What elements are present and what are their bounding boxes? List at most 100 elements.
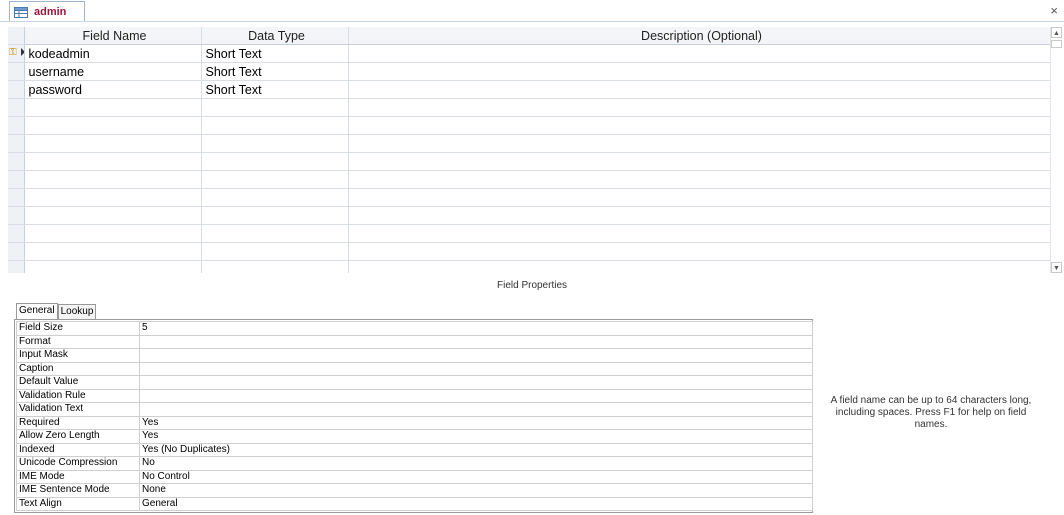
empty-field-row[interactable]	[8, 116, 1052, 135]
data-type-cell[interactable]	[201, 242, 349, 261]
column-header-description[interactable]: Description (Optional)	[348, 27, 1052, 45]
data-type-cell[interactable]: Short Text	[201, 62, 349, 81]
property-row: Caption	[16, 361, 813, 376]
property-value[interactable]: General	[139, 496, 813, 511]
row-selector[interactable]	[8, 260, 25, 273]
row-selector[interactable]	[8, 206, 25, 225]
document-tab-admin[interactable]: admin	[9, 1, 86, 22]
tab-general[interactable]: General	[16, 303, 58, 319]
field-help-text: A field name can be up to 64 characters …	[830, 395, 1032, 430]
grid-vertical-scrollbar[interactable]: ▲ ▼	[1050, 27, 1062, 273]
property-value[interactable]: No	[139, 456, 813, 471]
data-type-cell[interactable]	[201, 260, 349, 273]
description-cell[interactable]	[348, 206, 1052, 225]
field-name-cell[interactable]	[24, 98, 202, 117]
field-name-cell[interactable]	[24, 134, 202, 153]
field-name-cell[interactable]	[24, 260, 202, 273]
scroll-up-arrow-icon[interactable]: ▲	[1051, 27, 1062, 38]
column-header-field-name[interactable]: Field Name	[24, 27, 202, 45]
document-tab-bar: admin ×	[0, 0, 1064, 22]
property-row: Input Mask	[16, 348, 813, 363]
description-cell[interactable]	[348, 152, 1052, 171]
description-cell[interactable]	[348, 188, 1052, 207]
description-cell[interactable]	[348, 98, 1052, 117]
tab-lookup[interactable]: Lookup	[57, 304, 97, 319]
property-value[interactable]: Yes	[139, 429, 813, 444]
data-type-cell[interactable]	[201, 188, 349, 207]
field-row[interactable]: username Short Text	[8, 62, 1052, 81]
description-cell[interactable]	[348, 80, 1052, 99]
scroll-thumb[interactable]	[1051, 40, 1062, 48]
row-selector[interactable]	[8, 170, 25, 189]
empty-field-row[interactable]	[8, 224, 1052, 243]
row-selector[interactable]	[8, 188, 25, 207]
description-cell[interactable]	[348, 116, 1052, 135]
field-name-cell[interactable]	[24, 188, 202, 207]
description-cell[interactable]	[348, 62, 1052, 81]
property-name: Required	[16, 415, 140, 430]
empty-field-row[interactable]	[8, 206, 1052, 225]
close-icon[interactable]: ×	[1050, 3, 1058, 18]
property-value[interactable]: 5	[139, 321, 813, 336]
field-row[interactable]: ⚿ kodeadmin Short Text	[8, 44, 1052, 63]
empty-field-row[interactable]	[8, 260, 1052, 273]
empty-field-row[interactable]	[8, 98, 1052, 117]
field-name-cell[interactable]	[24, 224, 202, 243]
empty-field-row[interactable]	[8, 242, 1052, 261]
row-selector[interactable]	[8, 80, 25, 99]
field-name-cell[interactable]	[24, 116, 202, 135]
row-selector[interactable]	[8, 242, 25, 261]
field-name-cell[interactable]: kodeadmin	[24, 44, 202, 63]
data-type-cell[interactable]	[201, 98, 349, 117]
row-selector[interactable]	[8, 152, 25, 171]
property-value[interactable]	[139, 402, 813, 417]
row-selector[interactable]	[8, 134, 25, 153]
row-selector[interactable]	[8, 98, 25, 117]
property-value[interactable]	[139, 361, 813, 376]
empty-field-row[interactable]	[8, 134, 1052, 153]
property-value[interactable]	[139, 348, 813, 363]
property-value[interactable]: Yes (No Duplicates)	[139, 442, 813, 457]
field-row[interactable]: password Short Text	[8, 80, 1052, 99]
data-type-cell[interactable]: Short Text	[201, 80, 349, 99]
property-value[interactable]: No Control	[139, 469, 813, 484]
row-selector[interactable]	[8, 224, 25, 243]
field-name-cell[interactable]	[24, 206, 202, 225]
field-name-cell[interactable]	[24, 152, 202, 171]
description-cell[interactable]	[348, 170, 1052, 189]
data-type-cell[interactable]: Short Text	[201, 44, 349, 63]
property-row: IME Mode No Control	[16, 469, 813, 484]
column-header-data-type[interactable]: Data Type	[201, 27, 349, 45]
description-cell[interactable]	[348, 134, 1052, 153]
description-cell[interactable]	[348, 260, 1052, 273]
select-all-corner[interactable]	[8, 27, 25, 45]
field-name-cell[interactable]: username	[24, 62, 202, 81]
empty-field-row[interactable]	[8, 152, 1052, 171]
data-type-cell[interactable]	[201, 116, 349, 135]
property-name: Unicode Compression	[16, 456, 140, 471]
description-cell[interactable]	[348, 224, 1052, 243]
field-name-cell[interactable]	[24, 242, 202, 261]
description-cell[interactable]	[348, 242, 1052, 261]
description-cell[interactable]	[348, 44, 1052, 63]
field-name-cell[interactable]: password	[24, 80, 202, 99]
data-type-cell[interactable]	[201, 170, 349, 189]
field-name-cell[interactable]	[24, 170, 202, 189]
empty-field-row[interactable]	[8, 188, 1052, 207]
empty-field-row[interactable]	[8, 170, 1052, 189]
data-type-cell[interactable]	[201, 134, 349, 153]
property-value[interactable]	[139, 388, 813, 403]
field-properties-panel: Field Size 5 Format Input Mask Caption Defaul…	[14, 319, 813, 513]
property-value[interactable]: None	[139, 483, 813, 498]
property-value[interactable]	[139, 334, 813, 349]
scroll-down-arrow-icon[interactable]: ▼	[1051, 262, 1062, 273]
property-name: Text Align	[16, 496, 140, 511]
row-selector[interactable]	[8, 116, 25, 135]
data-type-cell[interactable]	[201, 224, 349, 243]
property-value[interactable]: Yes	[139, 415, 813, 430]
data-type-cell[interactable]	[201, 152, 349, 171]
data-type-cell[interactable]	[201, 206, 349, 225]
property-value[interactable]	[139, 375, 813, 390]
row-selector[interactable]	[8, 62, 25, 81]
row-selector[interactable]: ⚿	[8, 44, 25, 63]
